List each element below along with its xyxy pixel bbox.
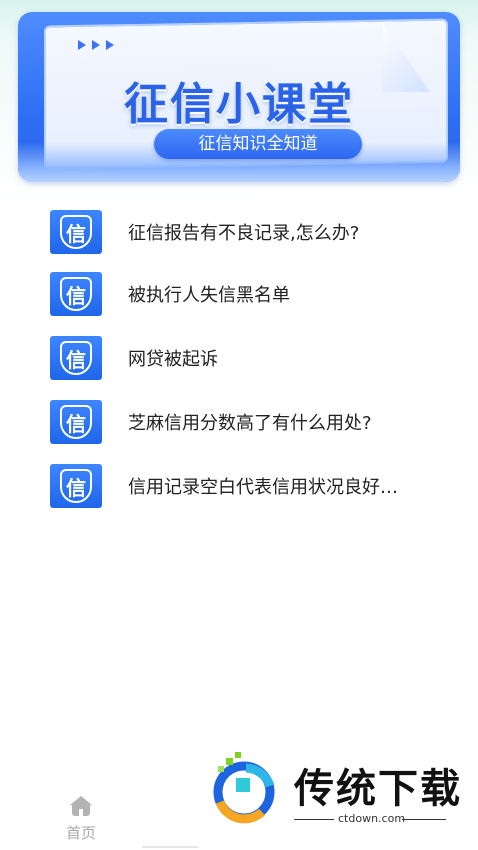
banner-title: 征信小课堂 bbox=[124, 79, 354, 130]
list-item-label: 网贷被起诉 bbox=[128, 349, 218, 370]
watermark: 传统下载 ctdown.com bbox=[206, 752, 460, 832]
list-item-label: 被执行人失信黑名单 bbox=[128, 285, 290, 306]
credit-shield-icon: 信 bbox=[50, 210, 102, 254]
list-item-label: 征信报告有不良记录,怎么办? bbox=[128, 223, 360, 244]
credit-shield-icon: 信 bbox=[50, 464, 102, 508]
banner-subtitle: 征信知识全知道 bbox=[154, 129, 362, 159]
list-item-label: 芝麻信用分数高了有什么用处? bbox=[128, 413, 372, 434]
list-item[interactable]: 信 被执行人失信黑名单 bbox=[50, 272, 450, 316]
banner-arrows-icon bbox=[78, 40, 114, 50]
tab-home-label: 首页 bbox=[65, 824, 96, 842]
bottom-tab-bar: 首页 bbox=[0, 790, 160, 850]
list-item[interactable]: 信 信用记录空白代表信用状况良好… bbox=[50, 464, 450, 508]
credit-shield-icon: 信 bbox=[50, 400, 102, 444]
home-indicator bbox=[142, 846, 198, 848]
watermark-text: 传统下载 bbox=[294, 766, 462, 812]
promo-banner[interactable]: 征信小课堂 征信知识全知道 bbox=[18, 12, 460, 182]
watermark-domain: ctdown.com bbox=[338, 812, 406, 825]
watermark-logo-icon bbox=[213, 752, 275, 824]
list-item[interactable]: 信 芝麻信用分数高了有什么用处? bbox=[50, 400, 450, 444]
list-item[interactable]: 信 网贷被起诉 bbox=[50, 336, 450, 380]
home-icon bbox=[70, 796, 92, 816]
tab-home[interactable]: 首页 bbox=[56, 794, 106, 848]
list-item[interactable]: 信 征信报告有不良记录,怎么办? bbox=[50, 210, 450, 254]
list-item-label: 信用记录空白代表信用状况良好… bbox=[128, 477, 398, 498]
credit-shield-icon: 信 bbox=[50, 336, 102, 380]
credit-shield-icon: 信 bbox=[50, 272, 102, 316]
